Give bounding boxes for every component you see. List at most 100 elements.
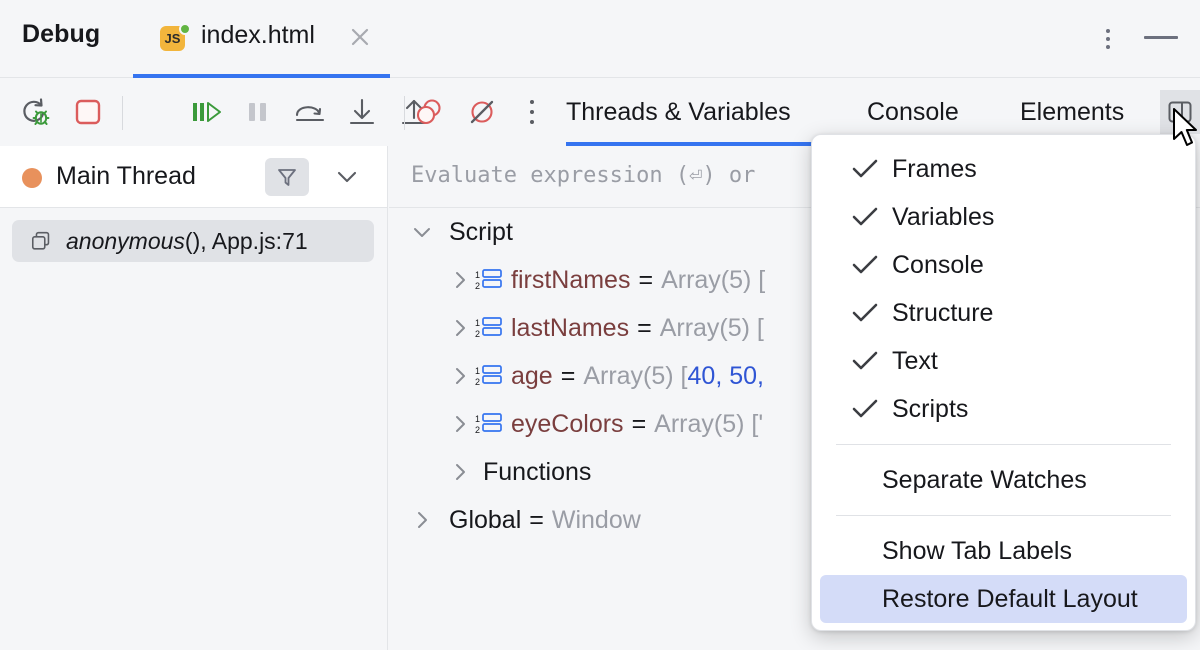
svg-text:1: 1 (475, 270, 480, 280)
array-icon: 1 2 (475, 267, 505, 293)
variable-name: lastNames (511, 314, 629, 343)
menu-item-text-label: Text (892, 347, 938, 376)
chevron-right-icon[interactable] (445, 457, 475, 487)
file-tab-label: index.html (201, 21, 315, 50)
menu-item-frames-label: Frames (892, 155, 977, 184)
chevron-down-icon (335, 168, 359, 186)
checkmark-icon (848, 349, 882, 373)
filter-button[interactable] (265, 158, 309, 196)
menu-item-frames[interactable]: Frames (812, 145, 1195, 193)
menu-item-restore-default-layout[interactable]: Restore Default Layout (820, 575, 1187, 623)
chevron-right-icon[interactable] (445, 313, 475, 343)
chevron-right-icon[interactable] (445, 409, 475, 439)
thread-selector[interactable]: Main Thread (0, 146, 387, 208)
tab-console-label: Console (867, 98, 959, 127)
frame-label: anonymous(), App.js:71 (66, 228, 308, 255)
variable-value: Array(5) [ (660, 314, 764, 343)
tree-node-lastnames[interactable]: 1 2 lastNames = Array(5) [ (445, 304, 764, 352)
menu-item-structure-label: Structure (892, 299, 993, 328)
green-dot-icon (179, 23, 191, 35)
evaluate-expression-placeholder: Evaluate expression (⏎) or (411, 163, 755, 188)
menu-item-restore-default-layout-label: Restore Default Layout (882, 585, 1138, 614)
checkmark-icon (848, 253, 882, 277)
menu-item-variables-label: Variables (892, 203, 994, 232)
file-tab-index-html[interactable]: JS index.html (133, 0, 390, 78)
debug-tool-window: Debug JS index.html (0, 0, 1200, 650)
variable-value: Array(5) [ (661, 266, 765, 295)
thread-running-icon (22, 168, 42, 188)
window-title: Debug (22, 20, 100, 49)
filter-icon (275, 165, 299, 189)
tree-node-functions[interactable]: Functions (445, 448, 591, 496)
variable-value-numbers: 40, 50, (688, 362, 764, 391)
menu-item-console[interactable]: Console (812, 241, 1195, 289)
svg-text:2: 2 (475, 377, 480, 387)
menu-item-show-tab-labels-label: Show Tab Labels (882, 537, 1072, 566)
tree-node-age[interactable]: 1 2 age = Array(5) [40, 50, (445, 352, 764, 400)
svg-text:2: 2 (475, 281, 480, 291)
variable-equals: = (638, 266, 653, 295)
menu-item-scripts-label: Scripts (892, 395, 968, 424)
step-over-button[interactable] (290, 92, 330, 132)
global-equals: = (529, 506, 544, 535)
tab-elements-label: Elements (1020, 98, 1124, 127)
menu-divider-2 (836, 515, 1171, 516)
chevron-down-icon[interactable] (407, 217, 437, 247)
menu-item-separate-watches[interactable]: Separate Watches (812, 456, 1195, 504)
variable-name: eyeColors (511, 410, 624, 439)
menu-item-console-label: Console (892, 251, 984, 280)
frame-function-name: anonymous (66, 228, 185, 254)
tree-node-firstnames[interactable]: 1 2 firstNames = Array(5) [ (445, 256, 765, 304)
tree-node-eyecolors[interactable]: 1 2 eyeColors = Array(5) [' (445, 400, 763, 448)
variable-equals: = (632, 410, 647, 439)
menu-item-structure[interactable]: Structure (812, 289, 1195, 337)
menu-item-text[interactable]: Text (812, 337, 1195, 385)
layout-options-menu: Frames Variables Console Structure Text (811, 134, 1196, 631)
thread-dropdown-button[interactable] (333, 164, 361, 190)
toolbar-divider (122, 96, 123, 130)
menu-item-scripts[interactable]: Scripts (812, 385, 1195, 433)
js-file-icon: JS (160, 23, 188, 51)
kebab-menu-icon[interactable] (1096, 24, 1120, 54)
table-row[interactable]: anonymous(), App.js:71 (12, 220, 374, 262)
pause-program-button[interactable] (238, 92, 278, 132)
close-icon[interactable] (348, 25, 372, 49)
array-icon: 1 2 (475, 363, 505, 389)
minimize-icon[interactable] (1144, 36, 1178, 39)
mute-breakpoints-button[interactable] (462, 92, 502, 132)
checkmark-icon (848, 205, 882, 229)
checkmark-icon (848, 301, 882, 325)
variable-value: Array(5) [' (654, 410, 763, 439)
svg-text:1: 1 (475, 318, 480, 328)
step-into-button[interactable] (342, 92, 382, 132)
tree-node-global-label: Global (449, 506, 521, 535)
svg-text:1: 1 (475, 414, 480, 424)
tree-node-global[interactable]: Global = Window (407, 496, 641, 544)
menu-item-show-tab-labels[interactable]: Show Tab Labels (812, 527, 1195, 575)
menu-item-variables[interactable]: Variables (812, 193, 1195, 241)
chevron-right-icon[interactable] (445, 361, 475, 391)
variable-equals: = (637, 314, 652, 343)
chevron-right-icon[interactable] (445, 265, 475, 295)
stop-button[interactable] (68, 92, 108, 132)
tab-threads-variables-label: Threads & Variables (566, 98, 791, 127)
resume-program-button[interactable] (186, 92, 226, 132)
toolbar-more-button[interactable] (518, 94, 546, 130)
variable-name: firstNames (511, 266, 630, 295)
variable-value: Array(5) [ (583, 362, 687, 391)
tree-node-script-label: Script (449, 218, 513, 247)
array-icon: 1 2 (475, 315, 505, 341)
menu-item-separate-watches-label: Separate Watches (882, 466, 1087, 495)
tree-node-script[interactable]: Script (407, 208, 513, 256)
chevron-right-icon[interactable] (407, 505, 437, 535)
tab-threads-variables[interactable]: Threads & Variables (566, 78, 838, 146)
svg-text:2: 2 (475, 425, 480, 435)
svg-text:1: 1 (475, 366, 480, 376)
rerun-debug-button[interactable] (16, 92, 56, 132)
layout-settings-button[interactable] (1160, 90, 1200, 134)
toolbar-divider-2 (404, 96, 405, 130)
checkmark-icon (848, 397, 882, 421)
layout-settings-icon (1166, 98, 1194, 126)
global-value: Window (552, 506, 641, 535)
view-breakpoints-button[interactable] (410, 92, 450, 132)
